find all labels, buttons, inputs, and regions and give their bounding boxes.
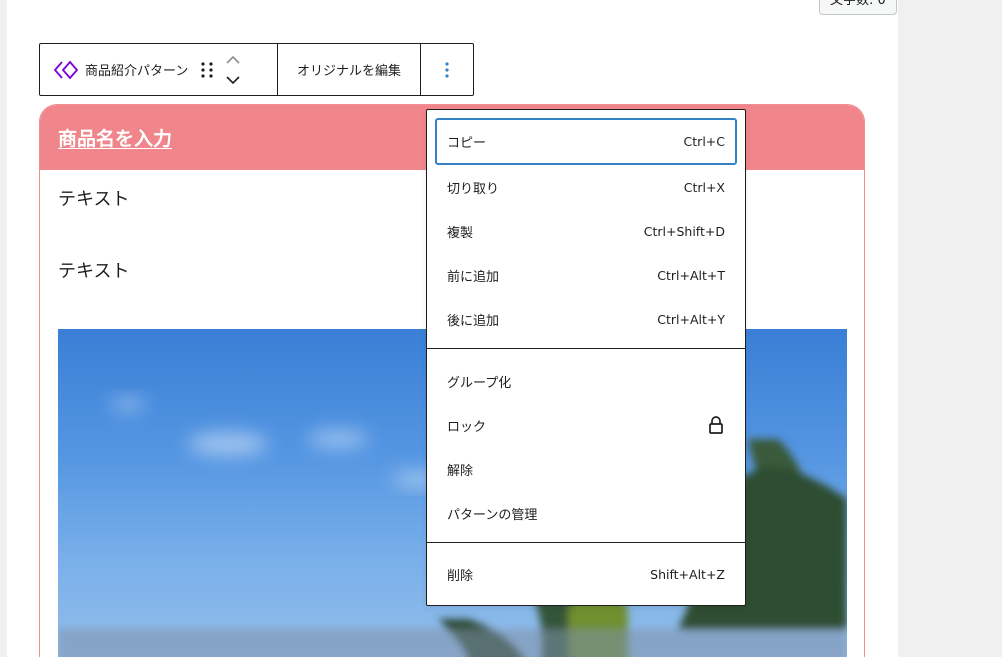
product-name-heading[interactable]: 商品名を入力: [58, 124, 172, 151]
block-options-menu: コピー Ctrl+C 切り取り Ctrl+X 複製 Ctrl+Shift+D 前…: [426, 109, 746, 606]
menu-item-detach[interactable]: 解除: [435, 447, 737, 491]
block-title[interactable]: 商品紹介パターン: [85, 60, 188, 79]
menu-item-shortcut: Ctrl+X: [683, 179, 725, 195]
menu-item-label: 解除: [447, 463, 474, 479]
drag-handle-icon[interactable]: [200, 60, 214, 80]
menu-item-insert-after[interactable]: 後に追加 Ctrl+Alt+Y: [435, 297, 737, 341]
menu-item-manage-patterns[interactable]: パターンの管理: [435, 491, 737, 535]
paragraph-2[interactable]: テキスト: [58, 257, 129, 283]
paragraph-1[interactable]: テキスト: [58, 185, 129, 211]
menu-item-label: ロック: [447, 419, 487, 435]
move-up-icon[interactable]: [224, 53, 242, 67]
menu-item-lock[interactable]: ロック: [435, 403, 737, 447]
menu-item-cut[interactable]: 切り取り Ctrl+X: [435, 165, 737, 209]
menu-item-copy[interactable]: コピー Ctrl+C: [435, 118, 737, 165]
menu-item-shortcut: Ctrl+Shift+D: [643, 223, 725, 239]
menu-item-shortcut: Ctrl+C: [683, 134, 725, 149]
menu-item-label: 削除: [447, 568, 474, 584]
menu-item-label: 後に追加: [447, 313, 500, 329]
menu-item-label: 切り取り: [447, 181, 500, 197]
block-switcher-group: 商品紹介パターン: [40, 44, 278, 95]
edit-original-group: オリジナルを編集: [278, 44, 421, 95]
menu-item-group[interactable]: グループ化: [435, 359, 737, 403]
menu-item-label: パターンの管理: [447, 507, 538, 523]
word-count-badge: 文字数: 0: [819, 0, 897, 15]
block-mover: [224, 53, 242, 87]
menu-item-label: グループ化: [447, 375, 512, 391]
menu-item-shortcut: Ctrl+Alt+Y: [657, 311, 725, 327]
menu-item-label: 複製: [447, 225, 474, 241]
menu-item-insert-before[interactable]: 前に追加 Ctrl+Alt+T: [435, 253, 737, 297]
menu-divider: [427, 348, 745, 349]
menu-item-label: 前に追加: [447, 269, 500, 285]
options-group: [421, 44, 473, 95]
edit-original-button[interactable]: オリジナルを編集: [297, 60, 401, 79]
block-toolbar: 商品紹介パターン オリジナルを編集: [39, 43, 474, 96]
menu-item-label: コピー: [447, 136, 487, 151]
menu-group-2: グループ化 ロック 解除 パターンの管理: [435, 359, 737, 535]
menu-divider: [427, 542, 745, 543]
menu-item-shortcut: Ctrl+Alt+T: [657, 267, 725, 283]
menu-group-3: 削除 Shift+Alt+Z: [435, 552, 737, 596]
menu-item-duplicate[interactable]: 複製 Ctrl+Shift+D: [435, 209, 737, 253]
kebab-menu-icon[interactable]: [435, 58, 459, 82]
pattern-diamond-icon[interactable]: [54, 58, 78, 82]
move-down-icon[interactable]: [224, 73, 242, 87]
lock-icon: [709, 416, 723, 434]
menu-item-shortcut: Shift+Alt+Z: [650, 566, 725, 582]
menu-item-delete[interactable]: 削除 Shift+Alt+Z: [435, 552, 737, 596]
